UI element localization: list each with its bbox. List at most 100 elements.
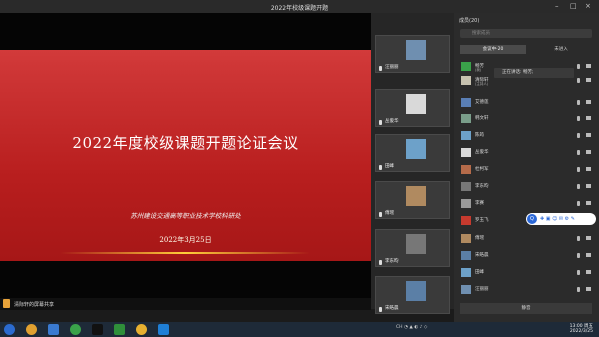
avatar <box>461 76 471 85</box>
member-row[interactable]: 傅瑶 <box>460 233 594 244</box>
member-name: 韩文轩 <box>475 116 489 121</box>
member-row[interactable]: 艾德莲 <box>460 97 594 108</box>
avatar <box>461 62 471 71</box>
video-icon[interactable] <box>586 78 591 82</box>
meeting-app-icon[interactable] <box>158 324 169 335</box>
mic-icon[interactable] <box>577 201 580 206</box>
member-row[interactable]: 杜柯军 <box>460 164 594 175</box>
video-icon[interactable] <box>586 64 591 68</box>
mic-icon[interactable] <box>577 64 580 69</box>
title-bar: 2022年校级课题开题 – □ × <box>0 0 599 13</box>
member-row[interactable]: 宋皓晨 <box>460 250 594 261</box>
video-icon[interactable] <box>586 100 591 104</box>
video-tile[interactable]: 李东昀 <box>375 229 450 267</box>
mic-icon <box>379 307 382 312</box>
mic-icon[interactable] <box>577 236 580 241</box>
member-row[interactable]: 陈筠 <box>460 130 594 141</box>
system-tray[interactable]: CH ◔ ▲ ◐ ♪ ◇ <box>396 325 427 330</box>
avatar <box>461 165 471 174</box>
member-name: 李赛 <box>475 201 484 206</box>
mute-all-button[interactable]: 静音 <box>460 303 592 314</box>
floating-toolbar[interactable]: Q ✚ ▣ ☺ ✉ ⚙ ✎ <box>526 213 596 225</box>
browser-icon[interactable] <box>26 324 37 335</box>
member-row[interactable]: 韩文轩 <box>460 113 594 124</box>
video-icon[interactable] <box>586 184 591 188</box>
mic-icon[interactable] <box>577 270 580 275</box>
video-icon[interactable] <box>586 133 591 137</box>
video-icon[interactable] <box>586 270 591 274</box>
member-name: 李东昀 <box>475 184 489 189</box>
member-name: 丛俊华 <box>475 150 489 155</box>
maximize-icon[interactable]: □ <box>570 2 577 10</box>
clock[interactable]: 13:00 周五 2022/3/25 <box>570 324 593 334</box>
taskbar: CH ◔ ▲ ◐ ♪ ◇ 13:00 周五 2022/3/25 <box>0 322 599 337</box>
member-row[interactable]: 汪丽丽 <box>460 284 594 295</box>
mic-icon[interactable] <box>577 150 580 155</box>
avatar <box>406 139 426 159</box>
video-tile[interactable]: 傅瑶 <box>375 181 450 219</box>
mic-icon[interactable] <box>577 184 580 189</box>
close-icon[interactable]: × <box>585 2 591 10</box>
mic-icon[interactable] <box>577 100 580 105</box>
clock-date: 2022/3/25 <box>569 329 593 334</box>
mic-icon[interactable] <box>577 253 580 258</box>
member-name: 罗玉飞 <box>475 218 489 223</box>
member-search-input[interactable]: 搜索成员 <box>460 29 592 38</box>
tab-not-joined[interactable]: 未进入 <box>528 45 594 54</box>
video-icon[interactable] <box>586 253 591 257</box>
video-tile[interactable]: 田峰 <box>375 134 450 172</box>
excel-icon[interactable] <box>114 324 125 335</box>
video-icon[interactable] <box>586 236 591 240</box>
member-row[interactable]: 李赛 <box>460 198 594 209</box>
slide-organization: 苏州建设交通高等职业技术学校科研处 <box>130 212 241 220</box>
share-label: 清际轩的屏幕共享 <box>14 302 55 308</box>
avatar <box>461 285 471 294</box>
member-row[interactable]: 丛俊华 <box>460 147 594 158</box>
video-icon[interactable] <box>586 116 591 120</box>
video-icon[interactable] <box>586 201 591 205</box>
member-name: 田峰 <box>475 270 484 275</box>
video-icon[interactable] <box>586 167 591 171</box>
mic-icon[interactable] <box>577 78 580 83</box>
start-button[interactable] <box>4 324 15 335</box>
mic-icon[interactable] <box>577 287 580 292</box>
video-tile[interactable]: 宋皓晨 <box>375 276 450 314</box>
video-icon[interactable] <box>586 287 591 291</box>
avatar <box>461 114 471 123</box>
mic-icon[interactable] <box>577 116 580 121</box>
member-name: 汪丽丽 <box>475 287 489 292</box>
mic-icon <box>379 260 382 265</box>
member-name: 艾德莲 <box>475 100 489 105</box>
avatar <box>461 234 471 243</box>
mic-icon <box>379 165 382 170</box>
minimize-icon[interactable]: – <box>555 2 559 10</box>
video-strip: 汪丽丽 丛俊华 田峰 傅瑶 李东昀 宋皓晨 <box>371 13 454 314</box>
video-name: 傅瑶 <box>385 211 394 216</box>
member-row[interactable]: 田峰 <box>460 267 594 278</box>
media-icon[interactable] <box>136 324 147 335</box>
avatar <box>406 94 426 114</box>
video-tile[interactable]: 丛俊华 <box>375 89 450 127</box>
window-title: 2022年校级课题开题 <box>270 5 329 12</box>
video-name: 汪丽丽 <box>385 65 399 70</box>
avatar <box>461 131 471 140</box>
avatar <box>461 251 471 260</box>
app-icon[interactable] <box>70 324 81 335</box>
member-row[interactable]: 李东昀 <box>460 181 594 192</box>
tab-in-meeting[interactable]: 会议中·20 <box>460 45 526 54</box>
video-tile[interactable]: 汪丽丽 <box>375 35 450 73</box>
explorer-icon[interactable] <box>48 324 59 335</box>
toolbar-icons[interactable]: ✚ ▣ ☺ ✉ ⚙ ✎ <box>540 213 575 225</box>
qq-icon[interactable] <box>92 324 103 335</box>
mic-icon <box>379 66 382 71</box>
video-name: 宋皓晨 <box>385 306 399 311</box>
avatar <box>461 98 471 107</box>
mic-icon[interactable] <box>577 133 580 138</box>
input-language[interactable]: CH <box>396 325 403 330</box>
video-icon[interactable] <box>586 150 591 154</box>
mic-icon[interactable] <box>577 167 580 172</box>
share-icon <box>3 299 10 308</box>
screen-share-bar[interactable]: 清际轩的屏幕共享 <box>0 298 371 310</box>
member-name: 傅瑶 <box>475 236 484 241</box>
members-panel: 成员(20) 搜索成员 会议中·20 未进入 畅芳 (我) 清际轩 (主持人) 正在… <box>454 13 599 322</box>
